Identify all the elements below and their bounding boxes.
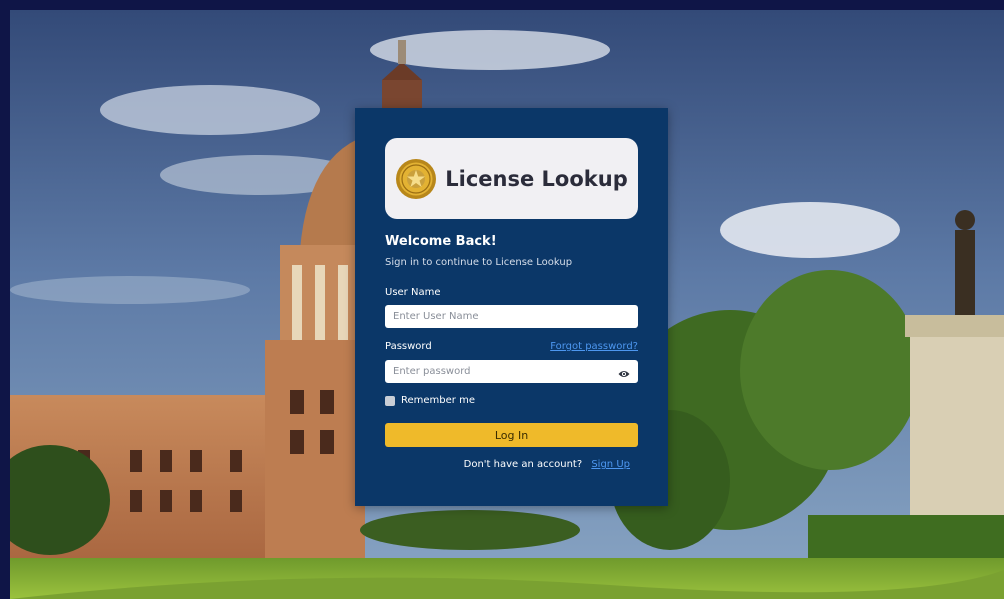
username-label: User Name: [385, 287, 441, 298]
seal-emblem-icon: [395, 158, 437, 200]
eye-icon[interactable]: [618, 366, 630, 377]
login-button[interactable]: Log In: [385, 423, 638, 447]
signup-prompt: Don't have an account?: [463, 459, 583, 470]
signup-link[interactable]: Sign Up: [591, 459, 630, 470]
remember-me-row: Remember me: [385, 395, 475, 406]
page-subtitle: Sign in to continue to License Lookup: [385, 257, 573, 268]
username-input[interactable]: [385, 305, 638, 328]
page-title: Welcome Back!: [385, 234, 497, 249]
password-input[interactable]: [385, 360, 638, 383]
logo-banner: License Lookup: [385, 138, 638, 219]
password-label: Password: [385, 341, 432, 352]
logo-text: License Lookup: [445, 166, 628, 191]
remember-me-checkbox[interactable]: [385, 395, 395, 406]
signup-row: Don't have an account? Sign Up: [464, 459, 630, 470]
forgot-password-link[interactable]: Forgot password?: [550, 341, 638, 352]
remember-me-label: Remember me: [401, 395, 475, 406]
login-card: License Lookup Welcome Back! Sign in to …: [355, 108, 668, 506]
